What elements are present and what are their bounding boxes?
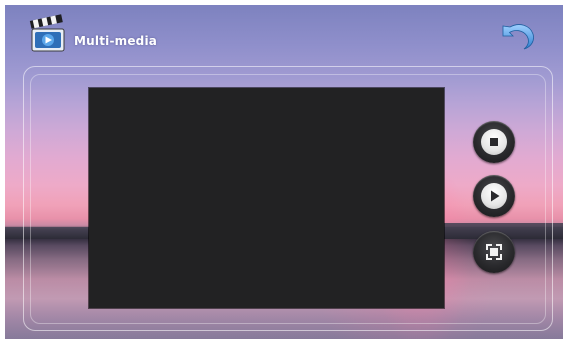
fullscreen-button[interactable]	[473, 231, 515, 273]
page-title: Multi-media	[74, 34, 158, 48]
stop-icon	[490, 138, 498, 146]
back-button[interactable]	[497, 20, 537, 52]
play-button[interactable]	[473, 175, 515, 217]
video-display[interactable]	[89, 88, 444, 308]
play-icon	[491, 190, 500, 202]
clapperboard-play-icon	[27, 14, 69, 54]
return-arrow-icon	[502, 24, 534, 50]
stop-button[interactable]	[473, 121, 515, 163]
fullscreen-icon	[486, 244, 502, 260]
